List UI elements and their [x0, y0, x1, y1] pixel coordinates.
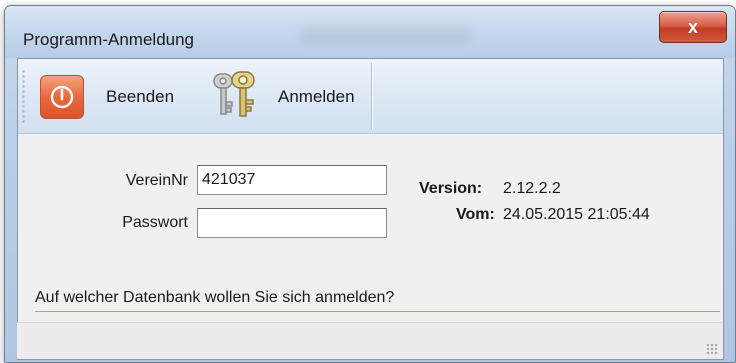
toolbar-separator — [371, 63, 373, 129]
question-underline — [35, 311, 720, 312]
password-label: Passwort — [122, 214, 188, 231]
toolbar: Beenden Anmelden — [18, 59, 723, 134]
login-label: Anmelden — [278, 87, 355, 106]
resize-grip[interactable] — [706, 343, 718, 355]
version-value: 2.12.2.2 — [503, 180, 561, 197]
login-form: VereinNr Passwort Version: 2.12.2.2 Vom:… — [18, 134, 723, 314]
version-label: Version: — [419, 180, 483, 197]
toolbar-grip[interactable] — [22, 69, 25, 125]
exit-button[interactable]: Beenden — [40, 75, 174, 119]
login-button[interactable]: Anmelden — [208, 70, 355, 121]
keys-icon — [208, 70, 264, 125]
blurred-title-text — [301, 28, 471, 44]
club-number-label: VereinNr — [125, 172, 188, 189]
status-bar — [17, 322, 722, 359]
database-question: Auf welcher Datenbank wollen Sie sich an… — [35, 289, 395, 306]
title-bar[interactable]: Programm-Anmeldung x — [5, 6, 735, 58]
close-icon: x — [687, 16, 698, 37]
login-window: Programm-Anmeldung x Beenden Anmelden Ve… — [4, 5, 736, 363]
window-title: Programm-Anmeldung — [23, 30, 195, 49]
client-area: Beenden Anmelden VereinNr 421037 Passwor… — [17, 58, 724, 360]
power-icon — [40, 75, 84, 119]
password-input[interactable] — [197, 208, 387, 238]
club-number-input[interactable] — [197, 165, 387, 195]
build-date-label: Vom: — [456, 206, 495, 223]
exit-label: Beenden — [106, 87, 175, 106]
close-button[interactable]: x — [659, 11, 727, 43]
build-date-value: 24.05.2015 21:05:44 — [503, 206, 650, 223]
